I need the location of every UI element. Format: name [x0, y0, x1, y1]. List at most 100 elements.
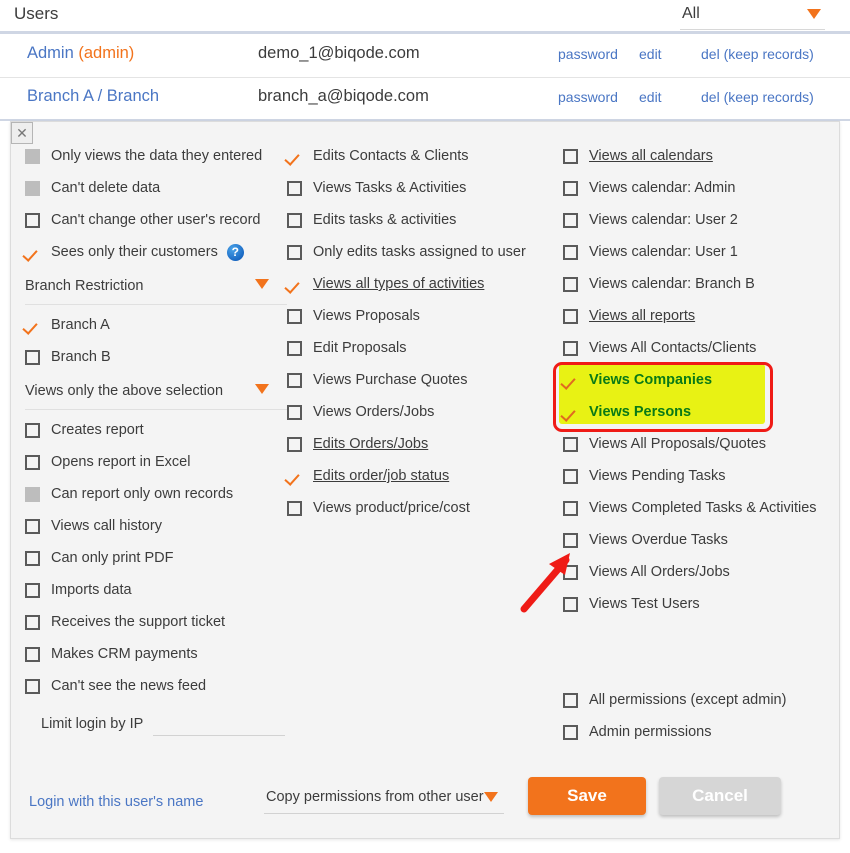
- permission-row-views-test-users[interactable]: Views Test Users: [563, 588, 839, 620]
- edit-link[interactable]: edit: [639, 46, 662, 62]
- password-link[interactable]: password: [558, 46, 618, 62]
- checkbox-unchecked[interactable]: [25, 518, 40, 534]
- checkbox-unchecked[interactable]: [287, 212, 302, 228]
- checkbox-unchecked[interactable]: [25, 614, 40, 630]
- checkbox-unchecked[interactable]: [287, 404, 302, 420]
- checkmark-icon[interactable]: [25, 245, 40, 260]
- permission-row-all-permissions-except-admin[interactable]: All permissions (except admin): [563, 684, 839, 716]
- permission-row-views-all-contacts-clients[interactable]: Views All Contacts/Clients: [563, 332, 839, 364]
- permission-row-can-report-only-own-records[interactable]: Can report only own records: [25, 478, 287, 510]
- permission-row-views-overdue-tasks[interactable]: Views Overdue Tasks: [563, 524, 839, 556]
- permission-row-views-calendar-branch-b[interactable]: Views calendar: Branch B: [563, 268, 839, 300]
- permission-row-views-calendar-admin[interactable]: Views calendar: Admin: [563, 172, 839, 204]
- permission-row-branch-b[interactable]: Branch B: [25, 341, 287, 373]
- permission-row-edits-contacts-clients[interactable]: Edits Contacts & Clients: [287, 140, 563, 172]
- checkbox-unchecked[interactable]: [287, 436, 302, 452]
- permission-row-edits-order-job-status[interactable]: Edits order/job status: [287, 460, 563, 492]
- password-link[interactable]: password: [558, 89, 618, 105]
- checkbox-unchecked[interactable]: [25, 212, 40, 228]
- edit-link[interactable]: edit: [639, 89, 662, 105]
- permission-row-branch-a[interactable]: Branch A: [25, 309, 287, 341]
- permission-row-makes-crm-payments[interactable]: Makes CRM payments: [25, 638, 287, 670]
- checkbox-unchecked[interactable]: [287, 372, 302, 388]
- permission-row-only-edits-tasks-assigned-to-user[interactable]: Only edits tasks assigned to user: [287, 236, 563, 268]
- permission-row-admin-permissions[interactable]: Admin permissions: [563, 716, 839, 748]
- checkbox-unchecked[interactable]: [563, 436, 578, 452]
- permission-row-opens-report-in-excel[interactable]: Opens report in Excel: [25, 446, 287, 478]
- checkbox-unchecked[interactable]: [563, 276, 578, 292]
- permission-row-edits-orders-jobs[interactable]: Edits Orders/Jobs: [287, 428, 563, 460]
- checkbox-unchecked[interactable]: [25, 646, 40, 662]
- section-dropdown-branch-restriction[interactable]: Branch Restriction: [25, 268, 287, 305]
- permission-row-only-views-the-data-they-entered[interactable]: Only views the data they entered: [25, 140, 287, 172]
- checkbox-unchecked[interactable]: [25, 454, 40, 470]
- permission-row-can-t-see-the-news-feed[interactable]: Can't see the news feed: [25, 670, 287, 702]
- permission-row-views-product-price-cost[interactable]: Views product/price/cost: [287, 492, 563, 524]
- user-name[interactable]: Admin (admin): [27, 44, 134, 63]
- permission-row-edit-proposals[interactable]: Edit Proposals: [287, 332, 563, 364]
- permission-row-imports-data[interactable]: Imports data: [25, 574, 287, 606]
- permission-row-edits-tasks-activities[interactable]: Edits tasks & activities: [287, 204, 563, 236]
- checkbox-unchecked[interactable]: [287, 308, 302, 324]
- table-row[interactable]: Branch A / Branch branch_a@biqode.com pa…: [0, 77, 850, 121]
- permission-row-views-all-calendars[interactable]: Views all calendars: [563, 140, 839, 172]
- user-name[interactable]: Branch A / Branch: [27, 87, 159, 106]
- save-button[interactable]: Save: [528, 777, 646, 815]
- checkmark-icon[interactable]: [563, 405, 578, 420]
- permission-row-views-orders-jobs[interactable]: Views Orders/Jobs: [287, 396, 563, 428]
- limit-login-by-ip-input[interactable]: [153, 713, 286, 736]
- permission-row-views-call-history[interactable]: Views call history: [25, 510, 287, 542]
- checkmark-icon[interactable]: [563, 373, 578, 388]
- checkbox-unchecked[interactable]: [563, 724, 578, 740]
- checkbox-unchecked[interactable]: [25, 550, 40, 566]
- checkmark-icon[interactable]: [25, 318, 40, 333]
- copy-permissions-select[interactable]: Copy permissions from other user: [264, 783, 504, 814]
- checkbox-unchecked[interactable]: [563, 532, 578, 548]
- permission-row-views-pending-tasks[interactable]: Views Pending Tasks: [563, 460, 839, 492]
- table-row[interactable]: Admin (admin) demo_1@biqode.com password…: [0, 34, 850, 78]
- checkbox-unchecked[interactable]: [287, 180, 302, 196]
- permission-row-receives-the-support-ticket[interactable]: Receives the support ticket: [25, 606, 287, 638]
- permission-row-views-all-types-of-activities[interactable]: Views all types of activities: [287, 268, 563, 300]
- checkbox-unchecked[interactable]: [287, 244, 302, 260]
- permission-row-can-t-change-other-user-s-record[interactable]: Can't change other user's record: [25, 204, 287, 236]
- delete-link[interactable]: del (keep records): [701, 89, 814, 105]
- checkbox-unchecked[interactable]: [563, 244, 578, 260]
- permission-row-views-tasks-activities[interactable]: Views Tasks & Activities: [287, 172, 563, 204]
- permission-row-views-companies[interactable]: Views Companies: [563, 364, 839, 396]
- checkbox-unchecked[interactable]: [25, 349, 40, 365]
- permission-row-views-purchase-quotes[interactable]: Views Purchase Quotes: [287, 364, 563, 396]
- cancel-button[interactable]: Cancel: [659, 777, 781, 815]
- checkbox-unchecked[interactable]: [25, 422, 40, 438]
- permission-row-views-proposals[interactable]: Views Proposals: [287, 300, 563, 332]
- permission-row-views-persons[interactable]: Views Persons: [563, 396, 839, 428]
- permission-row-views-calendar-user-2[interactable]: Views calendar: User 2: [563, 204, 839, 236]
- permission-row-views-all-reports[interactable]: Views all reports: [563, 300, 839, 332]
- checkbox-unchecked[interactable]: [25, 678, 40, 694]
- checkbox-unchecked[interactable]: [563, 468, 578, 484]
- delete-link[interactable]: del (keep records): [701, 46, 814, 62]
- permission-row-views-completed-tasks-activities[interactable]: Views Completed Tasks & Activities: [563, 492, 839, 524]
- checkmark-icon[interactable]: [287, 149, 302, 164]
- help-icon[interactable]: ?: [226, 243, 244, 261]
- checkbox-unchecked[interactable]: [563, 148, 578, 164]
- checkbox-unchecked[interactable]: [563, 308, 578, 324]
- checkbox-unchecked[interactable]: [25, 582, 40, 598]
- checkmark-icon[interactable]: [287, 469, 302, 484]
- section-dropdown-views-only-the-above-selection[interactable]: Views only the above selection: [25, 373, 287, 410]
- checkmark-icon[interactable]: [287, 277, 302, 292]
- checkbox-unchecked[interactable]: [563, 500, 578, 516]
- user-filter-select[interactable]: All: [680, 2, 825, 30]
- permission-row-creates-report[interactable]: Creates report: [25, 414, 287, 446]
- permission-row-views-all-orders-jobs[interactable]: Views All Orders/Jobs: [563, 556, 839, 588]
- checkbox-unchecked[interactable]: [563, 180, 578, 196]
- permission-row-can-only-print-pdf[interactable]: Can only print PDF: [25, 542, 287, 574]
- checkbox-unchecked[interactable]: [287, 340, 302, 356]
- permission-row-can-t-delete-data[interactable]: Can't delete data: [25, 172, 287, 204]
- permission-row-views-calendar-user-1[interactable]: Views calendar: User 1: [563, 236, 839, 268]
- checkbox-unchecked[interactable]: [563, 212, 578, 228]
- checkbox-unchecked[interactable]: [563, 692, 578, 708]
- permission-row-sees-only-their-customers[interactable]: Sees only their customers?: [25, 236, 287, 268]
- checkbox-unchecked[interactable]: [563, 340, 578, 356]
- login-as-user-link[interactable]: Login with this user's name: [29, 794, 203, 810]
